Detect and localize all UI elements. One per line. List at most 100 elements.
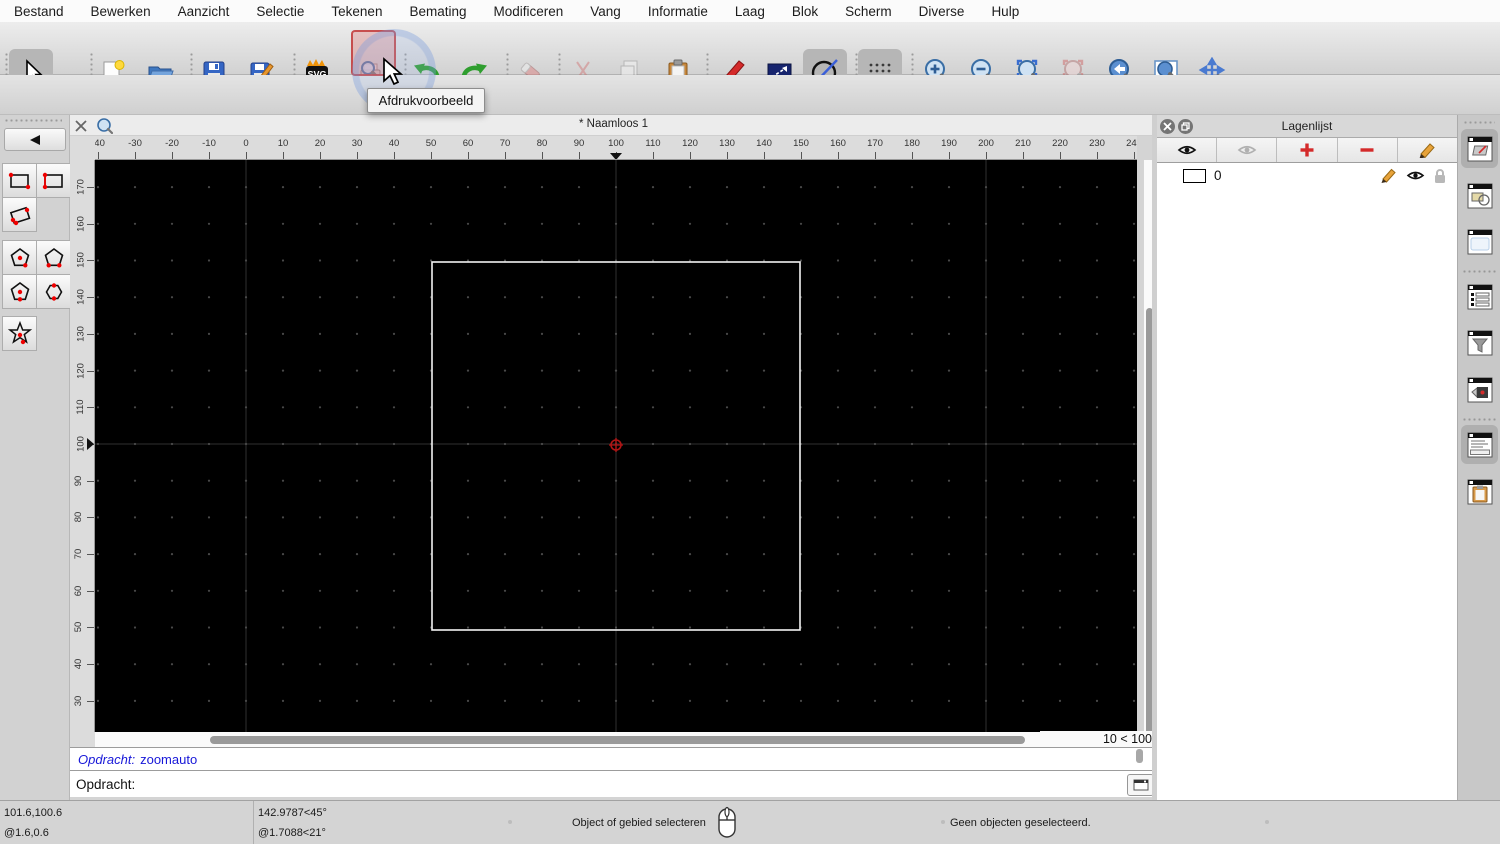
layer-lock-icon[interactable]	[1433, 168, 1447, 184]
menu-item-tekenen[interactable]: Tekenen	[331, 4, 382, 19]
polygon-center-vertex-tool[interactable]	[2, 240, 37, 275]
menu-item-bemating[interactable]: Bemating	[409, 4, 466, 19]
edit-layer-button[interactable]	[1398, 138, 1457, 162]
layer-panel-toolbar	[1157, 138, 1457, 163]
add-layer-button[interactable]	[1277, 138, 1338, 162]
v-ruler-label: 140	[75, 289, 87, 306]
v-ruler-label: 50	[72, 622, 84, 633]
v-ruler-label: 120	[75, 362, 87, 379]
block-list-toggle[interactable]	[1461, 176, 1498, 215]
polygon-2vertices-icon	[44, 247, 63, 267]
horizontal-scrollbar-thumb[interactable]	[210, 735, 1025, 744]
h-ruler-tick	[98, 152, 99, 159]
document-tab-bar: * Naamloos 1	[70, 115, 1157, 136]
v-ruler-label: 110	[75, 399, 87, 415]
h-ruler-label: 240	[1126, 138, 1137, 149]
view-list-toggle[interactable]	[1461, 370, 1498, 409]
v-ruler-label: 40	[72, 658, 84, 670]
h-ruler-tick	[1023, 152, 1024, 159]
rect-rotated-icon	[9, 206, 30, 225]
rect-2corner-tool[interactable]	[2, 163, 37, 198]
v-ruler-tick	[87, 370, 94, 372]
v-ruler-label: 160	[75, 215, 87, 232]
menu-bar: Bestand Bewerken Aanzicht Selectie Tekenen Be…	[0, 0, 1500, 22]
main-toolbar: SVG + +	[0, 22, 1500, 95]
v-ruler-tick	[87, 590, 94, 592]
horizontal-scrollbar[interactable]	[95, 732, 1153, 747]
layer-edit-pencil-icon[interactable]	[1380, 168, 1398, 183]
command-line-toggle[interactable]	[1461, 425, 1498, 464]
selection-filter-toggle[interactable]	[1461, 323, 1498, 362]
menu-item-modificeren[interactable]: Modificeren	[494, 4, 564, 19]
relative-coordinate: @1.6,0.6	[4, 827, 49, 839]
remove-layer-button[interactable]	[1338, 138, 1398, 162]
menu-item-scherm[interactable]: Scherm	[845, 4, 892, 19]
command-input[interactable]: Opdracht:	[70, 770, 1157, 797]
v-ruler-label: 170	[75, 179, 87, 195]
library-browser-toggle[interactable]	[1461, 222, 1498, 261]
library-browser-panel-icon	[1467, 229, 1492, 254]
menu-item-aanzicht[interactable]: Aanzicht	[178, 4, 230, 19]
rect-size-tool[interactable]	[36, 163, 71, 198]
h-ruler-tick	[1134, 152, 1135, 159]
h-ruler-tick	[431, 152, 432, 159]
layer-row[interactable]: 0	[1157, 163, 1457, 188]
polygon-side-tool[interactable]	[36, 274, 71, 309]
layer-name: 0	[1214, 168, 1222, 183]
layer-visible-eye-icon[interactable]	[1406, 169, 1425, 182]
menu-item-vang[interactable]: Vang	[590, 4, 621, 19]
grid-status-label: 10 < 100	[1040, 731, 1152, 747]
scrollbar-corner	[70, 732, 95, 747]
menu-item-hulp[interactable]: Hulp	[991, 4, 1019, 19]
v-ruler-tick	[87, 517, 94, 519]
absolute-coordinate: 101.6,100.6	[4, 807, 63, 819]
command-window-toggle-button[interactable]	[1127, 774, 1154, 796]
mouse-cursor	[380, 57, 404, 94]
property-editor-toggle[interactable]	[1461, 277, 1498, 316]
layer-color-swatch[interactable]	[1183, 168, 1206, 183]
dock-grip	[1463, 121, 1495, 124]
menu-item-bewerken[interactable]: Bewerken	[91, 4, 151, 19]
dock-separator	[1462, 270, 1496, 273]
v-ruler: 170 160 150 140 130 120 110 100 90 80 70 60 50 40 30	[70, 160, 95, 732]
back-button[interactable]	[4, 128, 66, 151]
h-ruler-label: 130	[719, 138, 735, 149]
menu-item-bestand[interactable]: Bestand	[14, 4, 64, 19]
h-ruler-label: 120	[682, 138, 698, 149]
polygon-center-side-tool[interactable]	[2, 274, 37, 309]
h-ruler-label: -20	[165, 138, 179, 149]
menu-item-selectie[interactable]: Selectie	[256, 4, 304, 19]
layer-list-toggle[interactable]	[1461, 129, 1498, 168]
clipboard-panel-toggle[interactable]	[1461, 472, 1498, 511]
h-ruler-label: 210	[1015, 138, 1031, 149]
menu-item-informatie[interactable]: Informatie	[648, 4, 708, 19]
show-all-layers-button[interactable]	[1157, 138, 1218, 162]
command-history-scrollbar[interactable]	[1136, 749, 1143, 763]
v-ruler-label: 100	[75, 435, 87, 452]
relative-polar-coordinate: @1.7088<21°	[258, 827, 326, 839]
star-tool[interactable]	[2, 316, 37, 351]
v-ruler-tick	[87, 480, 94, 482]
polygon-2vertices-tool[interactable]	[36, 240, 71, 275]
absolute-polar-coordinate: 142.9787<45°	[258, 807, 327, 819]
h-ruler-label: -40	[95, 138, 105, 149]
rect-rotated-tool[interactable]	[2, 197, 37, 232]
h-ruler-label: 60	[462, 138, 474, 149]
h-ruler-tick	[542, 152, 543, 159]
polygon-center-vertex-icon	[10, 247, 29, 267]
back-arrow-icon	[30, 134, 40, 145]
drawing-canvas[interactable]	[95, 160, 1137, 732]
status-bar: 101.6,100.6 @1.6,0.6 142.9787<45° @1.708…	[0, 800, 1500, 844]
layer-panel: Lagenlijst 0	[1157, 115, 1457, 800]
command-history: Opdracht: zoomauto	[70, 747, 1157, 770]
menu-item-diverse[interactable]: Diverse	[919, 4, 965, 19]
h-ruler-tick	[764, 152, 765, 159]
h-ruler-label: 80	[536, 138, 548, 149]
menu-item-blok[interactable]: Blok	[792, 4, 818, 19]
v-ruler-tick	[87, 333, 94, 335]
menu-item-laag[interactable]: Laag	[735, 4, 765, 19]
cursor-arrow-icon	[383, 57, 404, 86]
v-ruler-label: 70	[72, 548, 84, 560]
block-list-panel-icon	[1467, 183, 1492, 208]
hide-all-layers-button[interactable]	[1217, 138, 1278, 162]
